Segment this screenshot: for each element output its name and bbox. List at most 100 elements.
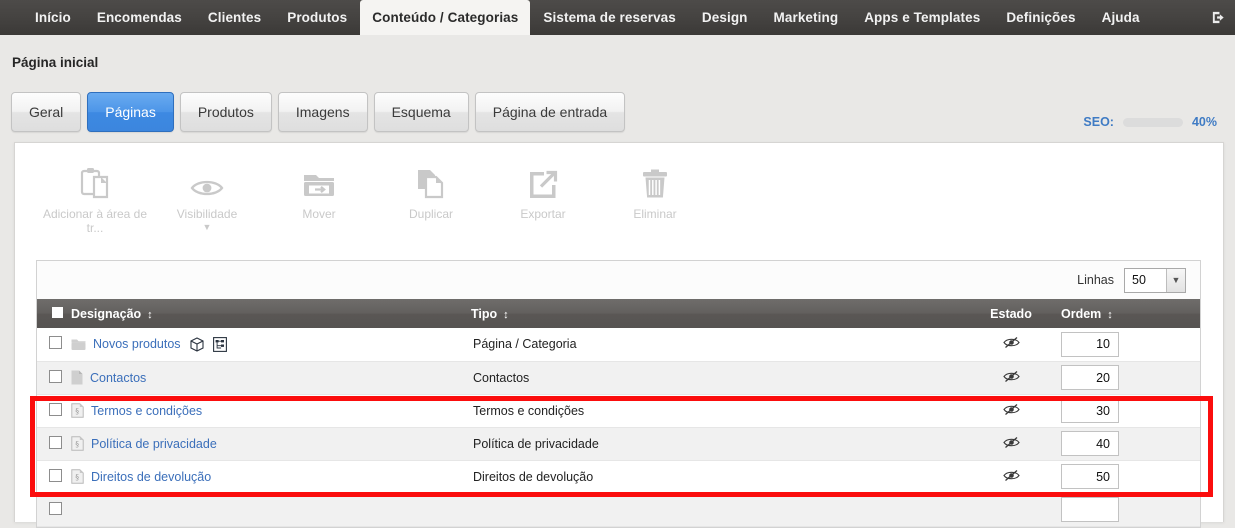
ordem-input[interactable]: 30 [1061, 398, 1119, 423]
row-checkbox[interactable] [49, 501, 62, 515]
designacao-wrapper: Novos produtos [71, 336, 471, 352]
estado-cell[interactable] [961, 361, 1061, 395]
nav-item-label: Ajuda [1101, 10, 1140, 25]
page-icon [71, 370, 83, 385]
nav-item-encomendas[interactable]: Encomendas [84, 0, 195, 35]
toolbar-duplicar[interactable]: Duplicar [375, 159, 487, 221]
sort-icon[interactable]: ↕ [1107, 309, 1113, 321]
table-row[interactable]: § Política de privacidade Política de priv… [37, 427, 1200, 461]
nav-item-conte-do-categorias[interactable]: Conteúdo / Categorias [360, 0, 531, 35]
page-link[interactable]: Termos e condições [91, 404, 202, 418]
eye-slash-icon[interactable] [1002, 469, 1020, 482]
estado-cell[interactable] [961, 394, 1061, 428]
row-select-cell[interactable] [37, 493, 71, 527]
toolbar-mover[interactable]: Mover [263, 159, 375, 221]
row-checkbox[interactable] [49, 402, 62, 416]
tab-imagens[interactable]: Imagens [277, 92, 368, 132]
nav-item-in-cio[interactable]: Início [22, 0, 84, 35]
ordem-input[interactable]: 50 [1061, 464, 1119, 489]
nav-item-clientes[interactable]: Clientes [195, 0, 274, 35]
row-select-cell[interactable] [37, 328, 71, 362]
nav-item-defini-es[interactable]: Definições [993, 0, 1088, 35]
tab-esquema[interactable]: Esquema [373, 92, 469, 132]
select-all-checkbox[interactable] [52, 306, 63, 318]
toolbar-eliminar[interactable]: Eliminar [599, 159, 711, 221]
row-select-cell[interactable] [37, 460, 71, 494]
tab-geral[interactable]: Geral [11, 92, 82, 132]
row-checkbox[interactable] [49, 435, 62, 449]
estado-cell[interactable] [961, 427, 1061, 461]
tab-label: Geral [29, 104, 64, 120]
chevron-down-icon[interactable]: ▼ [203, 222, 212, 233]
seo-label: SEO: [1083, 115, 1114, 129]
action-toolbar: Adicionar à área de tr... Visibilidade ▼ … [39, 159, 711, 235]
row-select-cell[interactable] [37, 427, 71, 461]
nav-item-label: Encomendas [96, 10, 182, 25]
table-row[interactable]: Novos produtos Página / Categoria 10 [37, 328, 1200, 362]
tab-label: Páginas [105, 104, 156, 120]
tab-p-gina-de-entrada[interactable]: Página de entrada [474, 92, 626, 132]
tipo-value: Termos e condições [473, 403, 585, 418]
nav-item-apps-e-templates[interactable]: Apps e Templates [851, 0, 993, 35]
table-row[interactable]: § Direitos de devolução Direitos de devolu… [37, 460, 1200, 494]
rows-select[interactable]: 50 ▼ [1124, 267, 1186, 293]
toolbar-exportar[interactable]: Exportar [487, 159, 599, 221]
header-tipo[interactable]: Tipo ↕ [471, 299, 961, 328]
nav-item-design[interactable]: Design [689, 0, 761, 35]
nav-item-marketing[interactable]: Marketing [761, 0, 852, 35]
nav-item-sistema-de-reservas[interactable]: Sistema de reservas [530, 0, 689, 35]
table-row[interactable] [37, 493, 1200, 527]
page-title: Página inicial [12, 55, 99, 70]
nav-item-produtos[interactable]: Produtos [274, 0, 360, 35]
seo-progress-track [1122, 117, 1183, 127]
designacao-cell: § Termos e condições [71, 394, 471, 428]
header-designacao[interactable]: Designação ↕ [71, 299, 471, 328]
eye-icon [190, 165, 224, 199]
logout-icon[interactable] [1201, 0, 1235, 35]
table-row[interactable]: Contactos Contactos 20 [37, 361, 1200, 395]
sort-icon[interactable]: ↕ [503, 309, 509, 321]
row-select-cell[interactable] [37, 361, 71, 395]
page-link[interactable]: Contactos [90, 371, 146, 385]
eye-slash-icon[interactable] [1002, 336, 1020, 349]
page-link[interactable]: Direitos de devolução [91, 470, 211, 484]
eye-slash-icon[interactable] [1002, 370, 1020, 383]
legal-doc-icon: § [71, 436, 84, 451]
toolbar-visibilidade[interactable]: Visibilidade ▼ [151, 159, 263, 233]
row-spacer-cell [1161, 394, 1200, 428]
svg-text:§: § [75, 440, 79, 449]
page-link[interactable]: Política de privacidade [91, 437, 217, 451]
row-checkbox[interactable] [49, 336, 62, 350]
row-checkbox[interactable] [49, 468, 62, 482]
tab-p-ginas[interactable]: Páginas [87, 92, 174, 132]
row-select-cell[interactable] [37, 394, 71, 428]
ordem-input[interactable]: 10 [1061, 331, 1119, 357]
eye-slash-icon[interactable] [1002, 403, 1020, 416]
eye-slash-icon[interactable] [1002, 436, 1020, 449]
estado-cell[interactable] [961, 493, 1061, 527]
estado-cell[interactable] [961, 328, 1061, 362]
estado-cell[interactable] [961, 460, 1061, 494]
designacao-wrapper: § Direitos de devolução [71, 469, 471, 484]
row-checkbox[interactable] [49, 369, 62, 383]
cube-icon[interactable] [190, 337, 204, 352]
page-link[interactable]: Novos produtos [93, 337, 181, 351]
nav-item-label: Conteúdo / Categorias [372, 10, 519, 25]
ordem-input[interactable]: 20 [1061, 365, 1119, 390]
tab-produtos[interactable]: Produtos [179, 92, 272, 132]
sitemap-icon[interactable] [212, 336, 227, 352]
nav-item-label: Marketing [773, 10, 839, 25]
row-spacer-cell [1161, 493, 1200, 527]
ordem-input[interactable] [1061, 497, 1119, 522]
ordem-input[interactable]: 40 [1061, 431, 1119, 456]
rows-label: Linhas [1077, 273, 1114, 287]
nav-item-ajuda[interactable]: Ajuda [1089, 0, 1153, 35]
nav-item-label: Definições [1006, 10, 1076, 25]
toolbar-adicionar-rea-de-tr[interactable]: Adicionar à área de tr... [39, 159, 151, 235]
table-row[interactable]: § Termos e condições Termos e condições 30 [37, 394, 1200, 428]
select-all-header[interactable] [37, 299, 71, 328]
nav-item-label: Apps e Templates [864, 10, 981, 25]
sort-icon[interactable]: ↕ [147, 309, 153, 321]
svg-text:§: § [75, 473, 79, 482]
header-ordem[interactable]: Ordem ↕ [1061, 299, 1161, 328]
